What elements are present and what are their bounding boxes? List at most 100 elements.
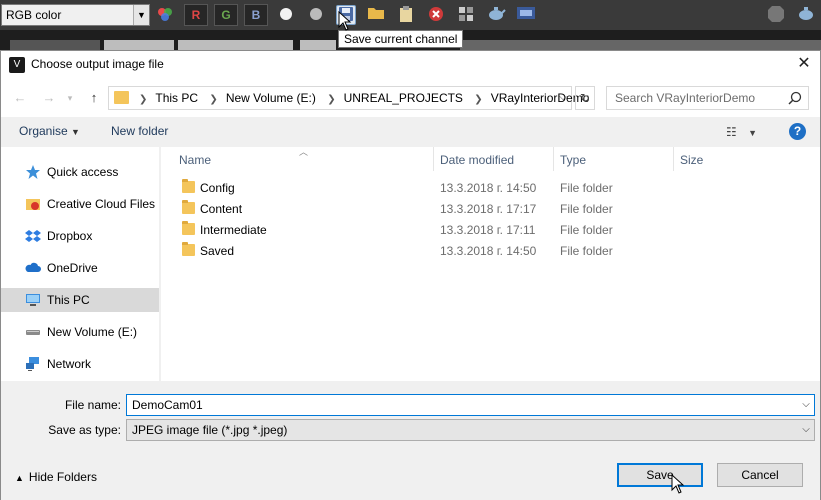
help-icon[interactable]: ? bbox=[789, 123, 806, 140]
nav-item-quick-access[interactable]: Quick access bbox=[1, 160, 159, 184]
file-name: Content bbox=[200, 202, 243, 216]
file-row[interactable]: Intermediate 13.3.2018 г. 17:11 File fol… bbox=[161, 219, 820, 240]
nav-item-network[interactable]: Network bbox=[1, 352, 159, 376]
file-list: Name ︿ Date modified Type Size Config 13… bbox=[161, 147, 820, 381]
refresh-icon[interactable]: ↻ bbox=[575, 86, 595, 110]
search-icon bbox=[788, 91, 802, 105]
new-folder-button[interactable]: New folder bbox=[111, 124, 168, 138]
navigation-pane: Quick access Creative Cloud Files Dropbo… bbox=[1, 147, 159, 381]
chevron-down-icon[interactable]: ⌵ bbox=[798, 395, 814, 415]
column-header-name[interactable]: Name bbox=[179, 153, 211, 167]
sort-ascending-icon: ︿ bbox=[299, 147, 309, 157]
folder-icon bbox=[114, 91, 129, 104]
file-name-combo[interactable]: ⌵ bbox=[126, 394, 815, 416]
file-type: File folder bbox=[560, 202, 613, 216]
computer-icon bbox=[26, 294, 40, 306]
folder-icon bbox=[182, 200, 195, 214]
teapot-icon[interactable] bbox=[796, 5, 816, 25]
search-input[interactable] bbox=[615, 91, 785, 105]
forward-arrow-icon[interactable]: → bbox=[40, 89, 58, 107]
mouse-cursor-icon bbox=[671, 474, 685, 494]
view-options-icon[interactable]: ☷ ▼ bbox=[726, 125, 760, 139]
render-frame bbox=[10, 40, 100, 50]
folder-open-icon[interactable] bbox=[366, 5, 386, 25]
render-frame bbox=[300, 40, 336, 50]
stop-render-icon[interactable] bbox=[766, 5, 786, 25]
nav-item-new-volume[interactable]: New Volume (E:) bbox=[1, 320, 159, 344]
save-button[interactable]: Save bbox=[617, 463, 703, 487]
white-point-icon[interactable] bbox=[276, 5, 296, 25]
mono-icon[interactable] bbox=[306, 5, 326, 25]
blue-channel-button[interactable]: B bbox=[244, 4, 268, 26]
dialog-titlebar: V Choose output image file ✕ bbox=[1, 51, 820, 79]
file-date: 13.3.2018 г. 14:50 bbox=[440, 181, 537, 195]
teapot-render-icon[interactable] bbox=[486, 5, 506, 25]
save-type-select[interactable]: JPEG image file (*.jpg *.jpeg) ⌵ bbox=[126, 419, 815, 441]
file-row[interactable]: Saved 13.3.2018 г. 14:50 File folder bbox=[161, 240, 820, 261]
red-channel-button[interactable]: R bbox=[184, 4, 208, 26]
chevron-down-icon[interactable]: ⌵ bbox=[555, 87, 571, 109]
folder-icon bbox=[182, 242, 195, 256]
mouse-cursor-icon bbox=[338, 11, 352, 31]
organise-menu[interactable]: Organise ▼ bbox=[19, 124, 80, 138]
back-arrow-icon[interactable]: ← bbox=[11, 89, 29, 107]
nav-item-dropbox[interactable]: Dropbox bbox=[1, 224, 159, 248]
file-name-field[interactable] bbox=[132, 398, 782, 412]
save-channel-tooltip: Save current channel bbox=[338, 30, 464, 48]
save-type-label: Save as type: bbox=[48, 423, 121, 437]
region-render-icon[interactable] bbox=[456, 5, 476, 25]
breadcrumb-item[interactable]: This PC bbox=[155, 91, 198, 105]
clear-image-icon[interactable] bbox=[426, 5, 446, 25]
creative-cloud-folder-icon bbox=[26, 199, 40, 210]
render-frame bbox=[460, 40, 821, 50]
channel-select-value: RGB color bbox=[6, 8, 62, 22]
chevron-down-icon: ⌵ bbox=[802, 424, 810, 435]
render-frame bbox=[178, 40, 293, 50]
search-box[interactable] bbox=[606, 86, 809, 110]
command-bar: Organise ▼ New folder ☷ ▼ ? bbox=[1, 117, 820, 147]
file-type: File folder bbox=[560, 181, 613, 195]
nav-item-this-pc[interactable]: This PC bbox=[1, 288, 159, 312]
drive-icon bbox=[26, 330, 40, 335]
chevron-up-icon: ▲ bbox=[15, 473, 24, 483]
column-divider[interactable] bbox=[673, 147, 674, 171]
breadcrumb-item[interactable]: UNREAL_PROJECTS bbox=[344, 91, 463, 105]
breadcrumb-item[interactable]: New Volume (E:) bbox=[226, 91, 316, 105]
file-row[interactable]: Config 13.3.2018 г. 14:50 File folder bbox=[161, 177, 820, 198]
save-dialog: V Choose output image file ✕ ← → ▾ ↑ ❯ Th… bbox=[0, 50, 821, 500]
chevron-down-icon: ▼ bbox=[133, 5, 149, 25]
file-type: File folder bbox=[560, 223, 613, 237]
stamp-icon[interactable] bbox=[516, 5, 536, 25]
column-divider[interactable] bbox=[553, 147, 554, 171]
breadcrumb: ❯ This PC ❯ New Volume (E:) ❯ UNREAL_PROJEC… bbox=[139, 91, 590, 105]
column-header-date[interactable]: Date modified bbox=[440, 153, 514, 167]
channel-select[interactable]: RGB color ▼ bbox=[1, 4, 150, 26]
nav-item-creative-cloud[interactable]: Creative Cloud Files bbox=[1, 192, 159, 216]
clipboard-icon[interactable] bbox=[396, 5, 416, 25]
cancel-button[interactable]: Cancel bbox=[717, 463, 803, 487]
star-icon bbox=[26, 165, 40, 179]
address-bar[interactable]: ❯ This PC ❯ New Volume (E:) ❯ UNREAL_PROJEC… bbox=[108, 86, 589, 110]
file-name: Intermediate bbox=[200, 223, 267, 237]
column-header-size[interactable]: Size bbox=[680, 153, 703, 167]
folder-icon bbox=[182, 179, 195, 193]
file-date: 13.3.2018 г. 17:11 bbox=[440, 223, 536, 237]
up-arrow-icon[interactable]: ↑ bbox=[85, 89, 103, 107]
column-divider[interactable] bbox=[433, 147, 434, 171]
recent-chevron-icon[interactable]: ▾ bbox=[61, 89, 79, 107]
dialog-title: Choose output image file bbox=[31, 57, 164, 71]
column-header-type[interactable]: Type bbox=[560, 153, 586, 167]
dialog-footer: File name: ⌵ Save as type: JPEG image fi… bbox=[1, 381, 820, 500]
file-name-label: File name: bbox=[64, 398, 121, 412]
cloud-icon bbox=[25, 262, 41, 272]
render-frame bbox=[104, 40, 174, 50]
hide-folders-toggle[interactable]: ▲ Hide Folders bbox=[15, 470, 97, 484]
vfb-toolbar: RGB color ▼ R G B bbox=[0, 0, 821, 30]
color-mode-icon[interactable] bbox=[155, 5, 175, 25]
close-icon[interactable]: ✕ bbox=[794, 54, 814, 74]
file-row[interactable]: Content 13.3.2018 г. 17:17 File folder bbox=[161, 198, 820, 219]
nav-item-onedrive[interactable]: OneDrive bbox=[1, 256, 159, 280]
file-name: Saved bbox=[200, 244, 235, 258]
file-name: Config bbox=[200, 181, 235, 195]
green-channel-button[interactable]: G bbox=[214, 4, 238, 26]
